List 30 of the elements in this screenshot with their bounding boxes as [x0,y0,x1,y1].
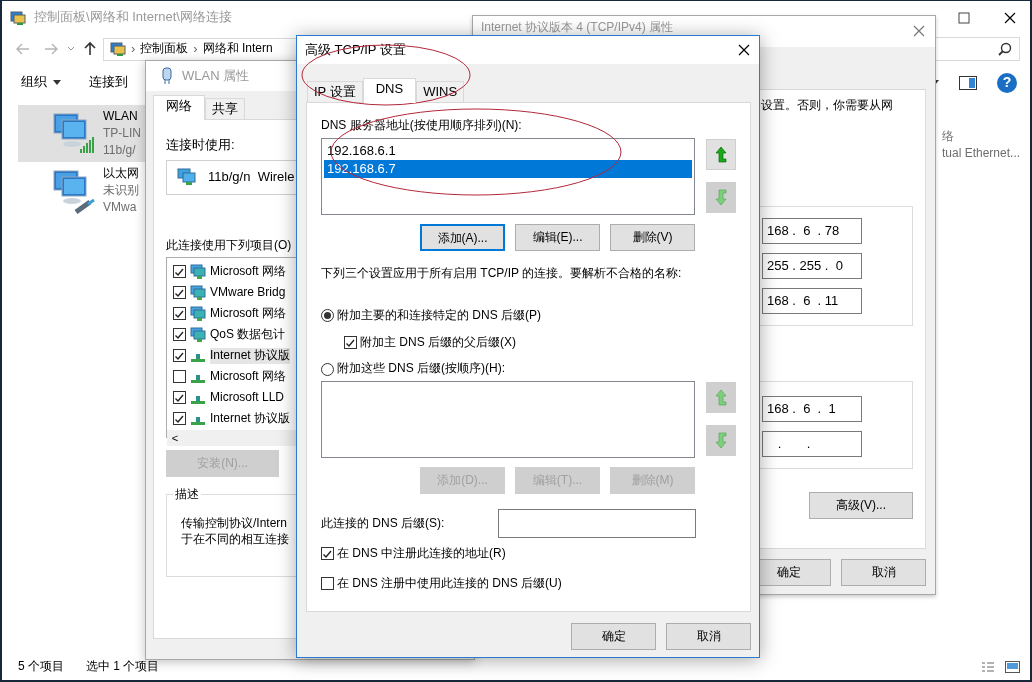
window-title: 高级 TCP/IP 设置 [305,41,406,59]
field-label: 此连接使用下列项目(O) [166,237,292,254]
connection-detail: 未识别 [103,182,139,199]
field-label: 此连接的 DNS 后缀(S): [321,515,445,532]
description-text: 于在不同的相互连接 [181,531,289,548]
window-title: 控制面板\网络和 Internet\网络连接 [34,9,232,26]
status-text: 选中 1 个项目 [86,659,160,675]
radio-label: 附加主要的和连接特定的 DNS 后缀(P) [337,308,541,324]
radio-label: 附加这些 DNS 后缀(按顺序)(H): [337,361,505,377]
adapter-name: 11b/g/n Wirele [208,168,295,186]
field-label: 连接时使用: [166,137,235,154]
checkbox-label: 在 DNS 注册中使用此连接的 DNS 后缀(U) [337,575,562,592]
status-text: 5 个项目 [18,659,64,675]
connection-detail: VMwa [103,199,138,216]
checkbox-label: 在 DNS 中注册此连接的地址(R) [337,545,506,562]
instruction-text: 下列三个设置应用于所有启用 TCP/IP 的连接。要解析不合格的名称: [321,265,683,282]
connection-detail: TP-LIN [103,125,141,142]
connection-detail: tual Ethernet... [942,145,1021,162]
window-title: Internet 协议版本 4 (TCP/IPv4) 属性 [481,20,674,34]
menu-label: 组织 [21,74,47,91]
breadcrumb-separator: › [131,40,136,58]
breadcrumb-separator: › [193,40,198,58]
checkbox-label: 附加主 DNS 后缀的父后缀(X) [360,334,516,351]
connection-name: 以太网 [103,165,139,182]
window-title: WLAN 属性 [182,67,250,85]
connection-detail: 11b/g/ [103,142,137,159]
connection-detail: 络 [942,128,955,145]
instruction-text: 设置。否则，你需要从网 [761,98,894,114]
connection-name: WLAN [103,108,139,125]
description-text: 传输控制协议/Intern [181,515,288,532]
